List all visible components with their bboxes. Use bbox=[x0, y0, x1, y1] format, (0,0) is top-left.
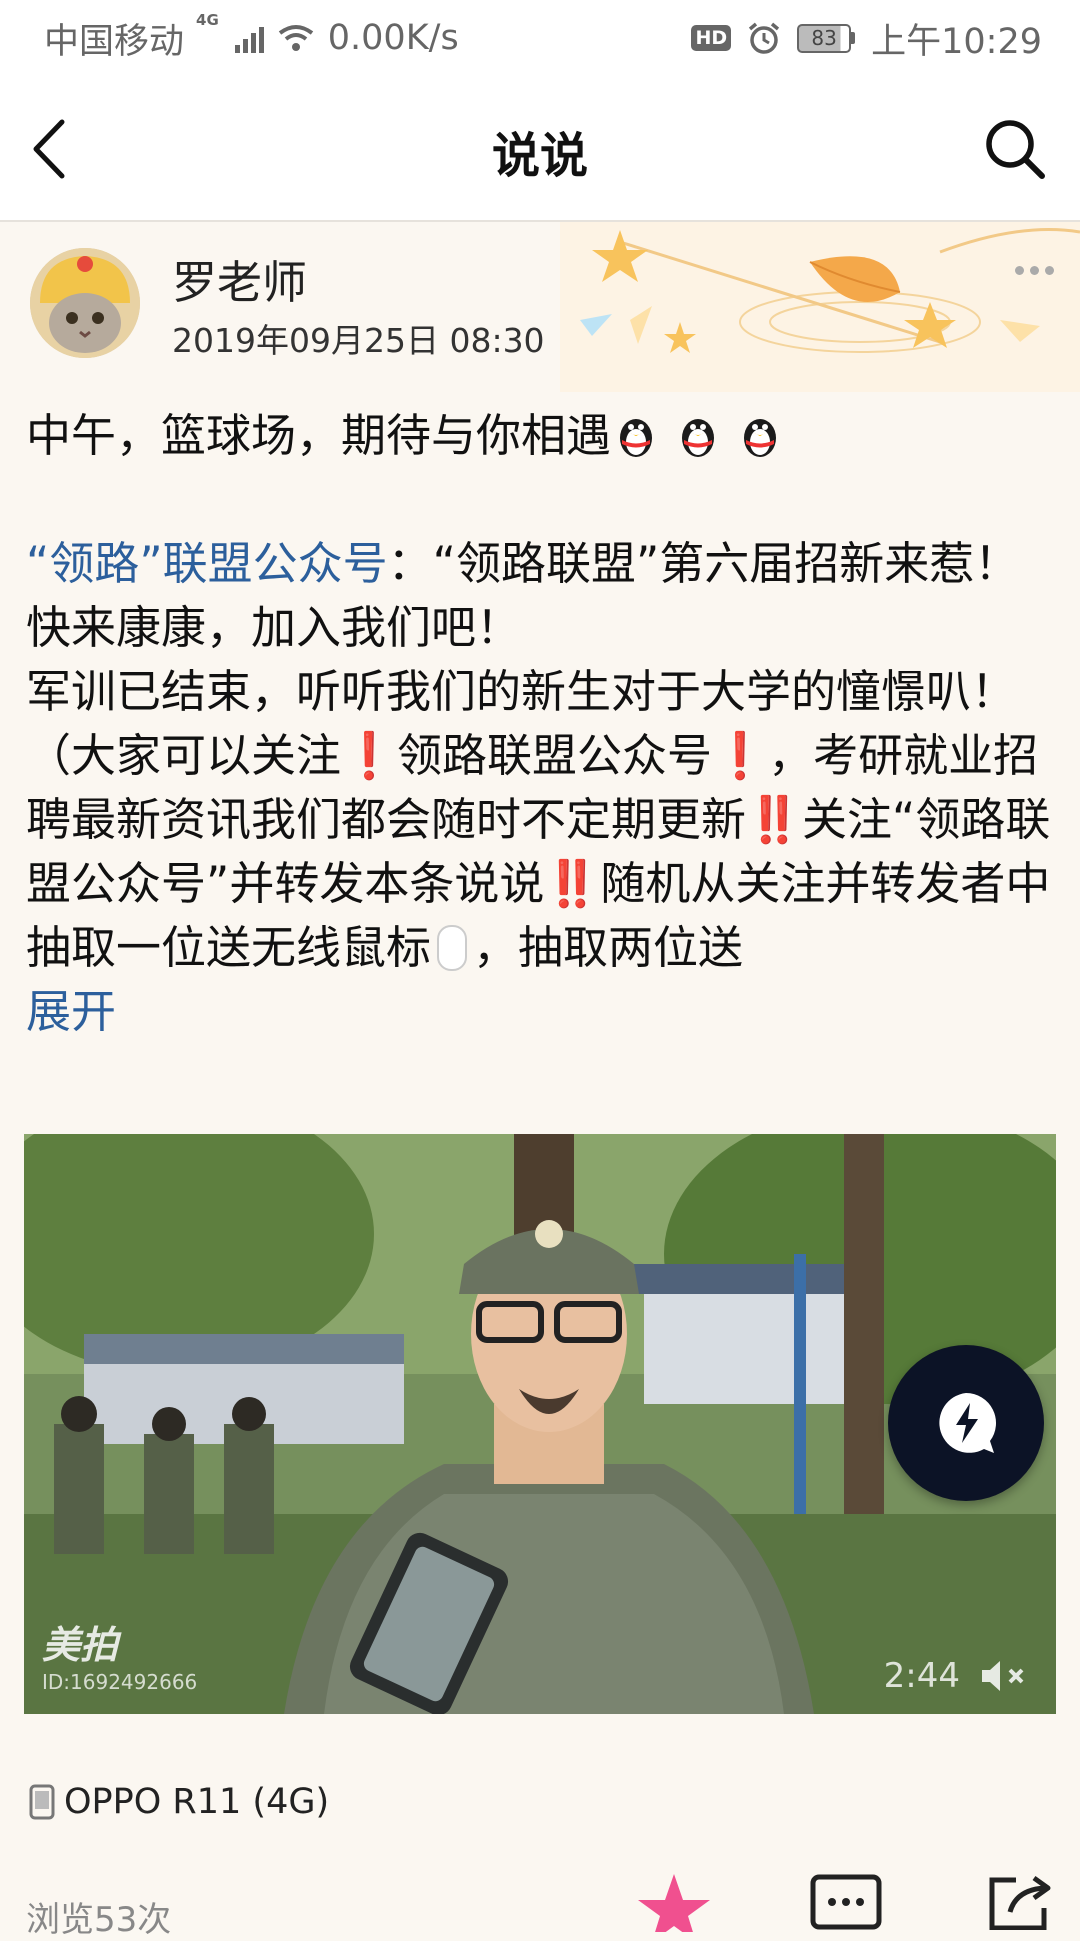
device-info: OPPO R11 (4G) bbox=[28, 1782, 329, 1822]
post-text-intro: 中午，篮球场，期待与你相遇 bbox=[26, 409, 612, 462]
alarm-icon bbox=[749, 22, 780, 54]
mouse-emoji bbox=[437, 925, 468, 971]
battery-level: 83 bbox=[797, 23, 852, 53]
share-icon[interactable] bbox=[986, 1874, 1058, 1930]
network-speed: 0.00K/s bbox=[327, 18, 459, 58]
post-paragraph-2: 军训已结束，听听我们的新生对于大学的憧憬叭！ bbox=[26, 665, 1017, 718]
device-name: OPPO R11 (4G) bbox=[64, 1782, 330, 1822]
signal-icon bbox=[234, 23, 264, 53]
video-watermark: 美拍 bbox=[42, 1623, 119, 1667]
author-name[interactable]: 罗老师 bbox=[172, 246, 307, 311]
network-type: 4G bbox=[196, 10, 219, 29]
star-like-icon[interactable] bbox=[636, 1872, 712, 1932]
video-duration: 2:44 bbox=[883, 1656, 960, 1696]
post-text-segment: （大家可以关注 bbox=[26, 729, 342, 782]
battery-icon: 83 bbox=[797, 23, 856, 53]
post-text-segment: 领路联盟公众号 bbox=[397, 729, 713, 782]
floating-action-button[interactable] bbox=[888, 1345, 1044, 1501]
video-watermark-id: ID:1692492666 bbox=[42, 1670, 198, 1694]
app-header: 说说 bbox=[0, 76, 1080, 222]
carrier-label: 中国移动 bbox=[44, 21, 185, 62]
post-text-segment: ，抽取两位送 bbox=[473, 921, 744, 974]
double-exclamation-emoji: ‼️ bbox=[544, 857, 601, 910]
clock: 上午10:29 bbox=[871, 21, 1042, 62]
view-count: 浏览53次 bbox=[26, 1900, 172, 1940]
mute-icon[interactable] bbox=[978, 1656, 1032, 1696]
comment-icon[interactable] bbox=[810, 1874, 882, 1930]
double-exclamation-emoji: ‼️ bbox=[746, 793, 803, 846]
status-bar: 中国移动 4G 0.00K/s HD 83 上午10:29 bbox=[0, 0, 1080, 76]
post-content: 中午，篮球场，期待与你相遇 “领路”联盟公众号：“领路联盟”第六届招新来惹！快来… bbox=[26, 404, 1056, 1044]
qq-penguin-emoji bbox=[682, 419, 715, 457]
wifi-icon bbox=[278, 25, 313, 51]
page-title: 说说 bbox=[491, 128, 588, 184]
avatar[interactable] bbox=[30, 248, 140, 358]
decoration-banner bbox=[560, 222, 1080, 392]
exclamation-emoji: ❗ bbox=[712, 729, 769, 782]
search-icon[interactable] bbox=[980, 114, 1050, 184]
hd-icon: HD bbox=[691, 25, 732, 51]
qq-penguin-emoji bbox=[744, 419, 777, 457]
qq-penguin-emoji bbox=[620, 419, 653, 457]
post-paragraph-3: （大家可以关注❗领路联盟公众号❗，考研就业招聘最新资讯我们都会随时不定期更新‼️… bbox=[26, 724, 1056, 980]
phone-icon bbox=[29, 1784, 55, 1820]
post-line-1: 中午，篮球场，期待与你相遇 bbox=[26, 404, 1056, 468]
post-timestamp: 2019年09月25日 08:30 bbox=[172, 321, 545, 360]
expand-link[interactable]: 展开 bbox=[26, 985, 116, 1038]
exclamation-emoji: ❗ bbox=[341, 729, 398, 782]
post-paragraph-1: “领路”联盟公众号：“领路联盟”第六届招新来惹！快来康康，加入我们吧！ bbox=[26, 532, 1056, 660]
quick-chat-icon bbox=[939, 1393, 996, 1453]
official-account-link[interactable]: “领路”联盟公众号 bbox=[26, 537, 388, 590]
more-icon[interactable] bbox=[1015, 266, 1054, 275]
post-card: 罗老师 2019年09月25日 08:30 中午，篮球场，期待与你相遇 “领路”… bbox=[0, 222, 1080, 1940]
